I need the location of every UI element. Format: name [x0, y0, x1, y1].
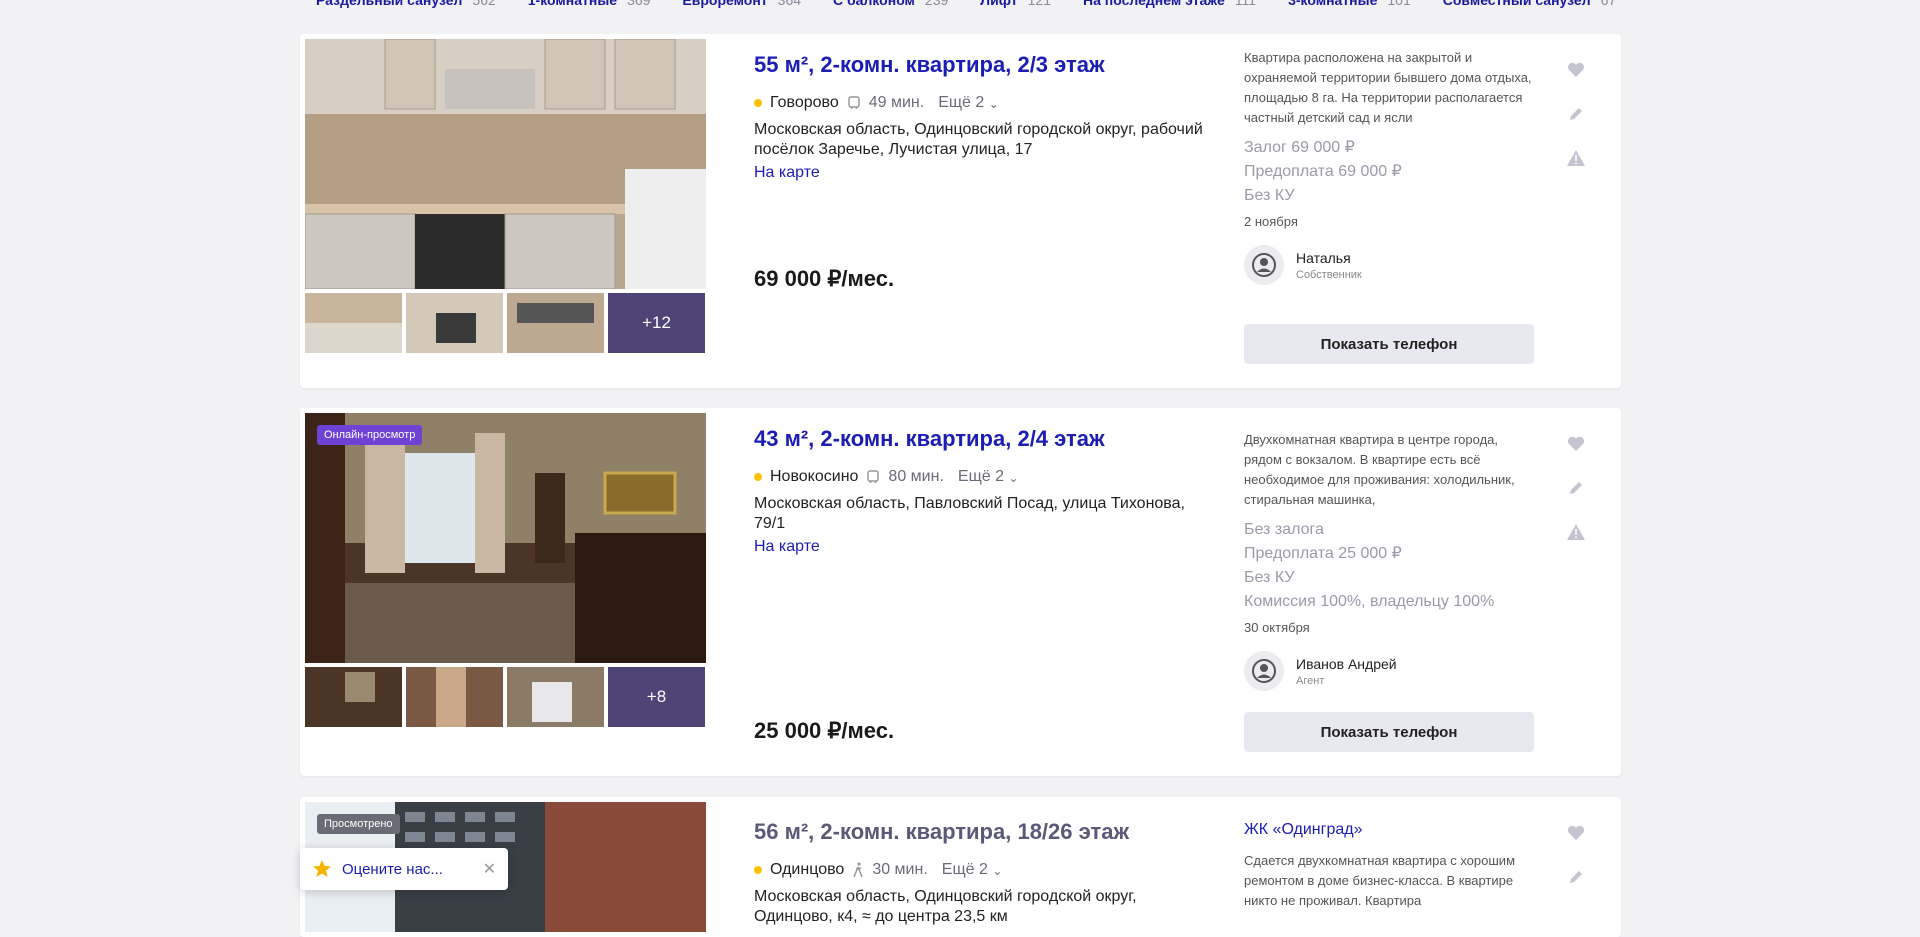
walk-icon [853, 862, 864, 878]
filter-chip[interactable]: 1-комнатные 369 [528, 0, 651, 8]
photo-gallery: Онлайн-просмотр +8 [305, 413, 706, 727]
user-avatar-icon [1244, 245, 1284, 285]
map-link[interactable]: На карте [754, 538, 1214, 556]
photo-thumbnail[interactable] [507, 667, 604, 727]
listing-title[interactable]: 56 м², 2-комн. квартира, 18/26 этаж [754, 819, 1214, 845]
favorite-heart-icon[interactable] [1564, 432, 1588, 456]
listing-actions [1564, 58, 1588, 170]
agent-role: Собственник [1296, 268, 1362, 281]
filter-chip[interactable]: На последнем этаже 111 [1083, 0, 1256, 8]
listing-card[interactable]: Онлайн-просмотр +8 43 м², 2-комн. кварти… [300, 408, 1621, 776]
bus-icon [847, 96, 860, 109]
filter-chip[interactable]: 3-комнатные 101 [1288, 0, 1411, 8]
metro-info: Говорово 49 мин. Ещё 2 ⌄ [754, 94, 1214, 112]
filter-chip[interactable]: С балконом 239 [833, 0, 948, 8]
listing-price: 69 000 ₽/мес. [754, 266, 895, 291]
filter-chip[interactable]: Совместный санузел 67 [1443, 0, 1616, 8]
edit-pencil-icon[interactable] [1564, 865, 1588, 889]
listing-description[interactable]: Двухкомнатная квартира в центре города, … [1244, 430, 1538, 510]
travel-time: 80 мин. [888, 468, 944, 485]
close-icon[interactable]: ✕ [483, 859, 496, 879]
metro-line-dot [754, 99, 762, 107]
listing-side-panel: Двухкомнатная квартира в центре города, … [1244, 430, 1538, 691]
rate-us-popup[interactable]: Оцените нас... ✕ [300, 848, 508, 890]
listing-address: Московская область, Одинцовский городско… [754, 121, 1203, 158]
listing-address: Московская область, Павловский Посад, ул… [754, 495, 1185, 532]
photo-thumbnail[interactable] [406, 667, 503, 727]
listing-price: 25 000 ₽/мес. [754, 718, 895, 743]
photo-thumbnail[interactable] [305, 667, 402, 727]
show-phone-button[interactable]: Показать телефон [1244, 712, 1534, 752]
listing-card[interactable]: +12 55 м², 2-комн. квартира, 2/3 этаж Го… [300, 34, 1621, 388]
listing-address: Московская область, Одинцовский городско… [754, 888, 1137, 925]
listing-description[interactable]: Квартира расположена на закрытой и охран… [1244, 48, 1538, 128]
listing-actions [1564, 432, 1588, 544]
main-photo[interactable]: Онлайн-просмотр [305, 413, 706, 663]
metro-station[interactable]: Говорово [770, 94, 839, 112]
listing-actions [1564, 821, 1588, 889]
listing-description[interactable]: Сдается двухкомнатная квартира с хорошим… [1244, 851, 1538, 931]
chevron-down-icon: ⌄ [992, 864, 1003, 878]
travel-time: 49 мин. [868, 94, 925, 111]
map-link[interactable]: На карте [754, 164, 1214, 182]
filter-chip[interactable]: Лифт 121 [980, 0, 1051, 8]
edit-pencil-icon[interactable] [1564, 102, 1588, 126]
metro-info: Одинцово 30 мин. Ещё 2 ⌄ [754, 861, 1214, 879]
filter-chip[interactable]: Евроремонт 364 [682, 0, 801, 8]
favorite-heart-icon[interactable] [1564, 821, 1588, 845]
agent-block[interactable]: Наталья Собственник [1244, 245, 1538, 285]
photo-thumbnail[interactable] [305, 293, 402, 353]
metro-line-dot [754, 473, 762, 481]
metro-line-dot [754, 866, 762, 874]
filter-chip[interactable]: Раздельный санузел 562 [316, 0, 496, 8]
report-warning-icon[interactable] [1564, 520, 1588, 544]
residential-complex-link[interactable]: ЖК «Одинград» [1244, 821, 1538, 839]
more-photos-button[interactable]: +8 [608, 667, 705, 727]
listing-side-panel: ЖК «Одинград» Сдается двухкомнатная квар… [1244, 821, 1538, 931]
more-photos-button[interactable]: +12 [608, 293, 705, 353]
online-viewing-badge: Онлайн-просмотр [317, 425, 423, 445]
agent-role: Агент [1296, 674, 1325, 687]
favorite-heart-icon[interactable] [1564, 58, 1588, 82]
metro-info: Новокосино 80 мин. Ещё 2 ⌄ [754, 468, 1214, 486]
metro-station[interactable]: Новокосино [770, 468, 858, 486]
more-stations-toggle[interactable]: Ещё 2 ⌄ [938, 94, 999, 112]
bus-icon [867, 470, 880, 483]
listing-title[interactable]: 55 м², 2-комн. квартира, 2/3 этаж [754, 52, 1214, 78]
rental-conditions: Залог 69 000 ₽ Предоплата 69 000 ₽ Без К… [1244, 139, 1402, 204]
rental-conditions: Без залога Предоплата 25 000 ₽ Без КУ Ко… [1244, 521, 1495, 610]
agent-name: Наталья [1296, 249, 1351, 266]
travel-time: 30 мин. [872, 861, 928, 878]
viewed-badge: Просмотрено [317, 814, 400, 834]
main-photo[interactable] [305, 39, 706, 289]
photo-thumbnail[interactable] [406, 293, 503, 353]
show-phone-button[interactable]: Показать телефон [1244, 324, 1534, 364]
agent-name: Иванов Андрей [1296, 655, 1397, 672]
listing-side-panel: Квартира расположена на закрытой и охран… [1244, 48, 1538, 285]
photo-gallery: +12 [305, 39, 706, 353]
listing-info: 43 м², 2-комн. квартира, 2/4 этаж Новоко… [754, 426, 1214, 556]
star-icon [313, 860, 331, 877]
photo-thumbnail[interactable] [507, 293, 604, 353]
listing-date: 2 ноября [1244, 214, 1298, 229]
listing-title[interactable]: 43 м², 2-комн. квартира, 2/4 этаж [754, 426, 1214, 452]
rate-us-label[interactable]: Оцените нас... [342, 861, 443, 878]
agent-block[interactable]: Иванов Андрей Агент [1244, 651, 1538, 691]
filter-chips-bar: Раздельный санузел 562 1-комнатные 369 Евр… [316, 0, 1616, 8]
edit-pencil-icon[interactable] [1564, 476, 1588, 500]
more-stations-toggle[interactable]: Ещё 2 ⌄ [942, 861, 1003, 879]
metro-station[interactable]: Одинцово [770, 861, 844, 879]
user-avatar-icon [1244, 651, 1284, 691]
listing-info: 56 м², 2-комн. квартира, 18/26 этаж Один… [754, 819, 1214, 927]
report-warning-icon[interactable] [1564, 146, 1588, 170]
chevron-down-icon: ⌄ [1008, 471, 1019, 485]
listing-info: 55 м², 2-комн. квартира, 2/3 этаж Говоро… [754, 52, 1214, 182]
more-stations-toggle[interactable]: Ещё 2 ⌄ [958, 468, 1019, 486]
chevron-down-icon: ⌄ [988, 97, 999, 111]
listing-date: 30 октября [1244, 620, 1310, 635]
